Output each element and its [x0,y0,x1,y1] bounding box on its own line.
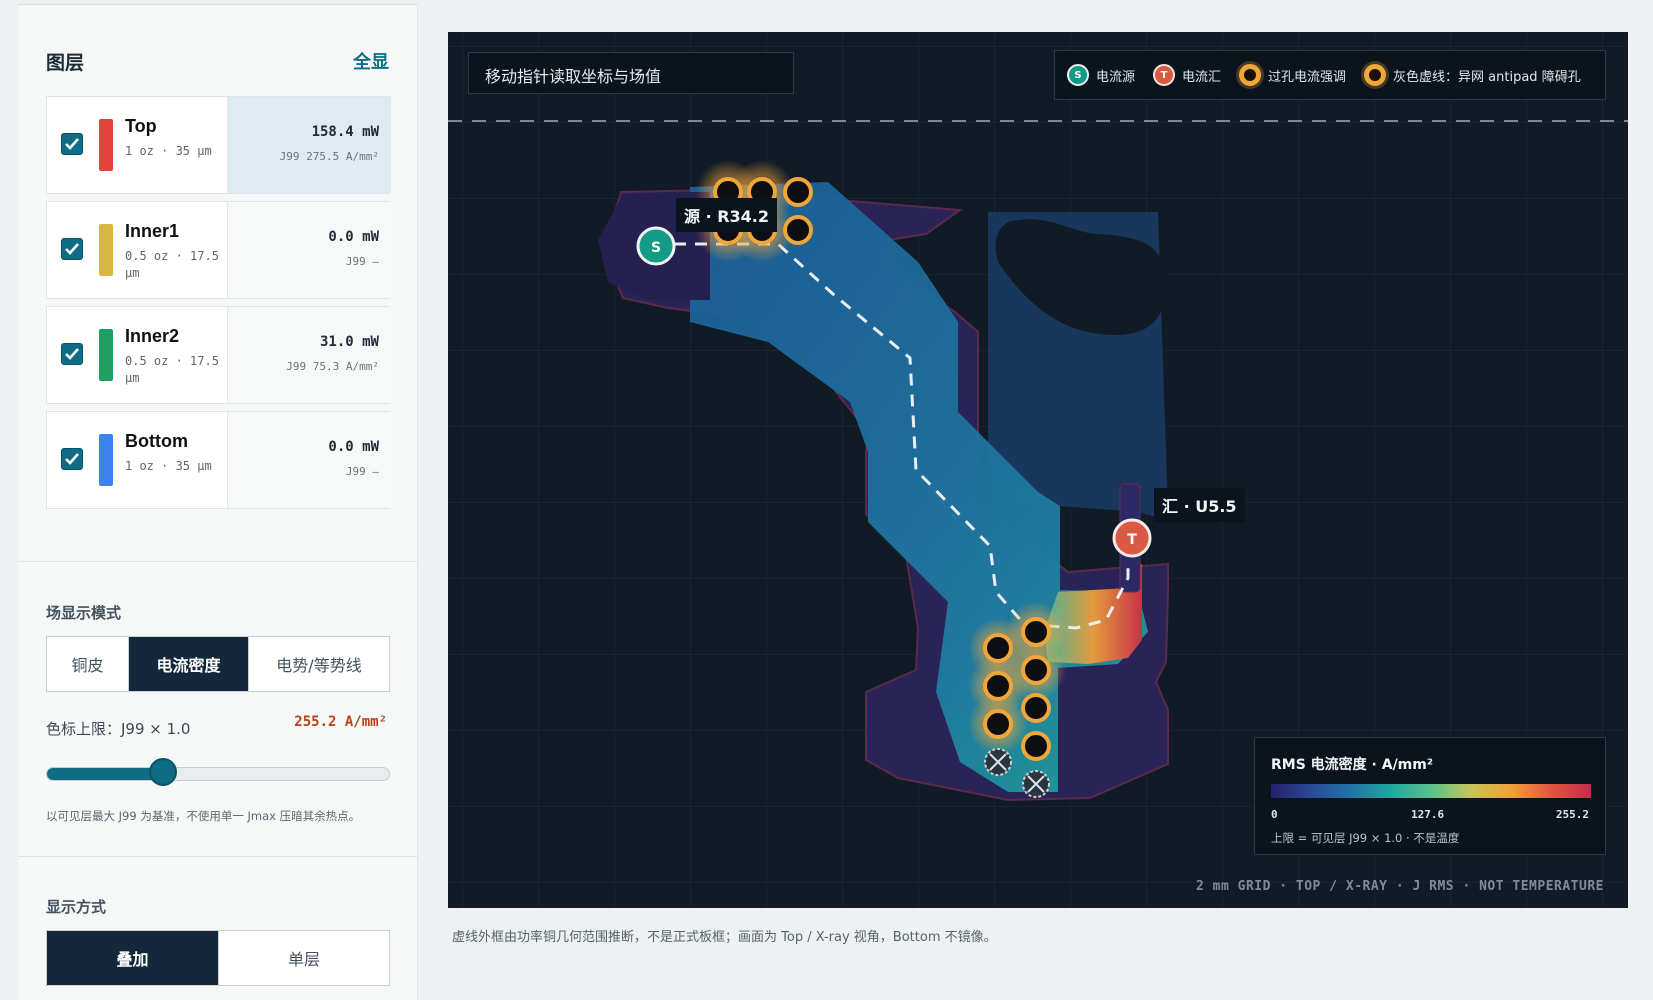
canvas-footer: 2 mm GRID · TOP / X-RAY · J RMS · NOT TE… [1195,879,1604,894]
via-icon [1021,693,1051,723]
color-limit-hint: 以可见层最大 J99 为基准，不使用单一 Jmax 压暗其余热点。 [46,809,361,823]
layer-inner1-checkbox[interactable] [61,238,83,260]
show-all-link[interactable]: 全显 [353,48,389,74]
source-tag: 源 · R34.2 [676,198,778,232]
antipad-via-icon [1364,64,1387,86]
layer-sidebar: 图层 全显 Top 1 oz · 35 µm 158.4 mW J99 275.… [18,4,418,1000]
pointer-readout: 移动指针读取坐标与场值 [468,52,794,94]
via-icon [1021,731,1051,761]
legend-label: 电流源 [1096,69,1136,85]
display-mode-overlay[interactable]: 叠加 [47,931,219,985]
layer-stats: 31.0 mW J99 75.3 A/mm² [227,307,391,403]
layer-power: 0.0 mW [328,439,379,455]
layer-top-checkbox[interactable] [61,133,83,155]
legend-sink: T 电流汇 [1153,64,1221,86]
layer-j99: J99 75.3 A/mm² [286,360,379,373]
color-limit-slider[interactable] [46,767,390,781]
layer-top-swatch [99,119,113,171]
layer-inner1-swatch [99,224,113,276]
scale-title: RMS 电流密度 · A/mm² [1271,757,1433,773]
layer-name: Bottom [125,431,188,451]
layer-name: Top [125,116,157,136]
layer-stats: 158.4 mW J99 275.5 A/mm² [227,97,391,193]
via-icon [983,633,1013,663]
slider-fill [47,768,164,780]
layer-j99: J99 — [345,465,379,478]
layer-power: 0.0 mW [328,229,379,245]
layer-bottom-checkbox[interactable] [61,448,83,470]
via-icon [783,215,813,245]
scale-note: 上限 = 可见层 J99 × 1.0 · 不是温度 [1271,831,1460,845]
via-icon [1021,655,1051,685]
color-scale: RMS 电流密度 · A/mm² 0 127.6 255.2 上限 = 可见层 … [1254,737,1606,855]
scale-mid: 127.6 [1411,808,1445,821]
layer-card-top[interactable]: Top 1 oz · 35 µm 158.4 mW J99 275.5 A/mm… [46,96,391,194]
sink-tag: 汇 · U5.5 [1154,488,1245,522]
source-icon: S [1067,64,1089,86]
layer-spec: 1 oz · 35 µm [125,144,212,158]
color-limit-label: 色标上限：J99 × 1.0 [46,720,191,738]
layer-spec: 0.5 oz · 17.5 µm [125,354,219,385]
canvas-caption: 虚线外框由功率铜几何范围推断，不是正式板框；画面为 Top / X-ray 视角… [452,930,997,945]
legend-label: 灰色虚线：异网 antipad 障碍孔 [1393,69,1581,85]
via-icon [1239,64,1262,86]
sidebar-top-rule [18,4,418,5]
via-icon [783,177,813,207]
layer-inner2-swatch [99,329,113,381]
layer-card-bottom[interactable]: Bottom 1 oz · 35 µm 0.0 mW J99 — [46,411,391,509]
display-mode-switch: 叠加 单层 [46,930,390,986]
sink-icon: T [1153,64,1176,86]
layer-name: Inner2 [125,326,180,346]
slider-thumb[interactable] [148,758,177,786]
layer-j99: J99 — [345,255,379,268]
layer-stats: 0.0 mW J99 — [227,202,391,298]
display-mode-single[interactable]: 单层 [219,931,389,985]
layer-card-inner1[interactable]: Inner1 0.5 oz · 17.5 µm 0.0 mW J99 — [46,201,391,299]
legend-label: 过孔电流强调 [1268,69,1347,85]
check-icon [65,243,79,255]
layer-inner2-checkbox[interactable] [61,343,83,365]
section-divider [18,856,418,857]
field-mode-switch: 铜皮 电流密度 电势/等势线 [46,636,390,692]
via-icon [983,709,1013,739]
layer-bottom-swatch [99,434,113,486]
field-mode-title: 场显示模式 [46,604,122,622]
layer-power: 158.4 mW [311,124,379,140]
field-mode-copper[interactable]: 铜皮 [47,637,129,691]
legend-via: 过孔电流强调 [1239,64,1346,86]
layer-stats: 0.0 mW J99 — [227,412,391,508]
map-legend: S 电流源 T 电流汇 过孔电流强调 灰色虚线：异网 antipad 障碍孔 [1054,50,1606,100]
scale-min: 0 [1271,808,1278,821]
check-icon [65,138,79,150]
field-mode-potential[interactable]: 电势/等势线 [249,637,389,691]
layer-power: 31.0 mW [319,334,379,350]
field-canvas[interactable]: S T 源 · R34.2 汇 · U5.5 移动指针读取坐标与场值 S 电流源 … [448,32,1628,908]
check-icon [65,348,79,360]
legend-source: S 电流源 [1067,64,1135,86]
legend-label: 电流汇 [1182,69,1222,85]
scale-max: 255.2 [1555,808,1589,821]
layers-title: 图层 [46,52,85,74]
display-mode-title: 显示方式 [46,898,107,916]
layer-spec: 1 oz · 35 µm [125,459,212,473]
layer-j99: J99 275.5 A/mm² [279,150,379,163]
color-limit-value: 255.2 A/mm² [294,714,387,730]
layer-name: Inner1 [125,221,180,241]
scale-gradient [1271,784,1591,798]
layer-spec: 0.5 oz · 17.5 µm [125,249,219,280]
field-mode-current-density[interactable]: 电流密度 [129,637,249,691]
via-icon [983,671,1013,701]
via-icon [1021,617,1051,647]
source-glyph: S [651,240,661,256]
section-divider [18,561,418,562]
check-icon [65,453,79,465]
layer-card-inner2[interactable]: Inner2 0.5 oz · 17.5 µm 31.0 mW J99 75.3… [46,306,391,404]
legend-antipad: 灰色虚线：异网 antipad 障碍孔 [1364,64,1581,86]
sink-glyph: T [1127,532,1137,548]
